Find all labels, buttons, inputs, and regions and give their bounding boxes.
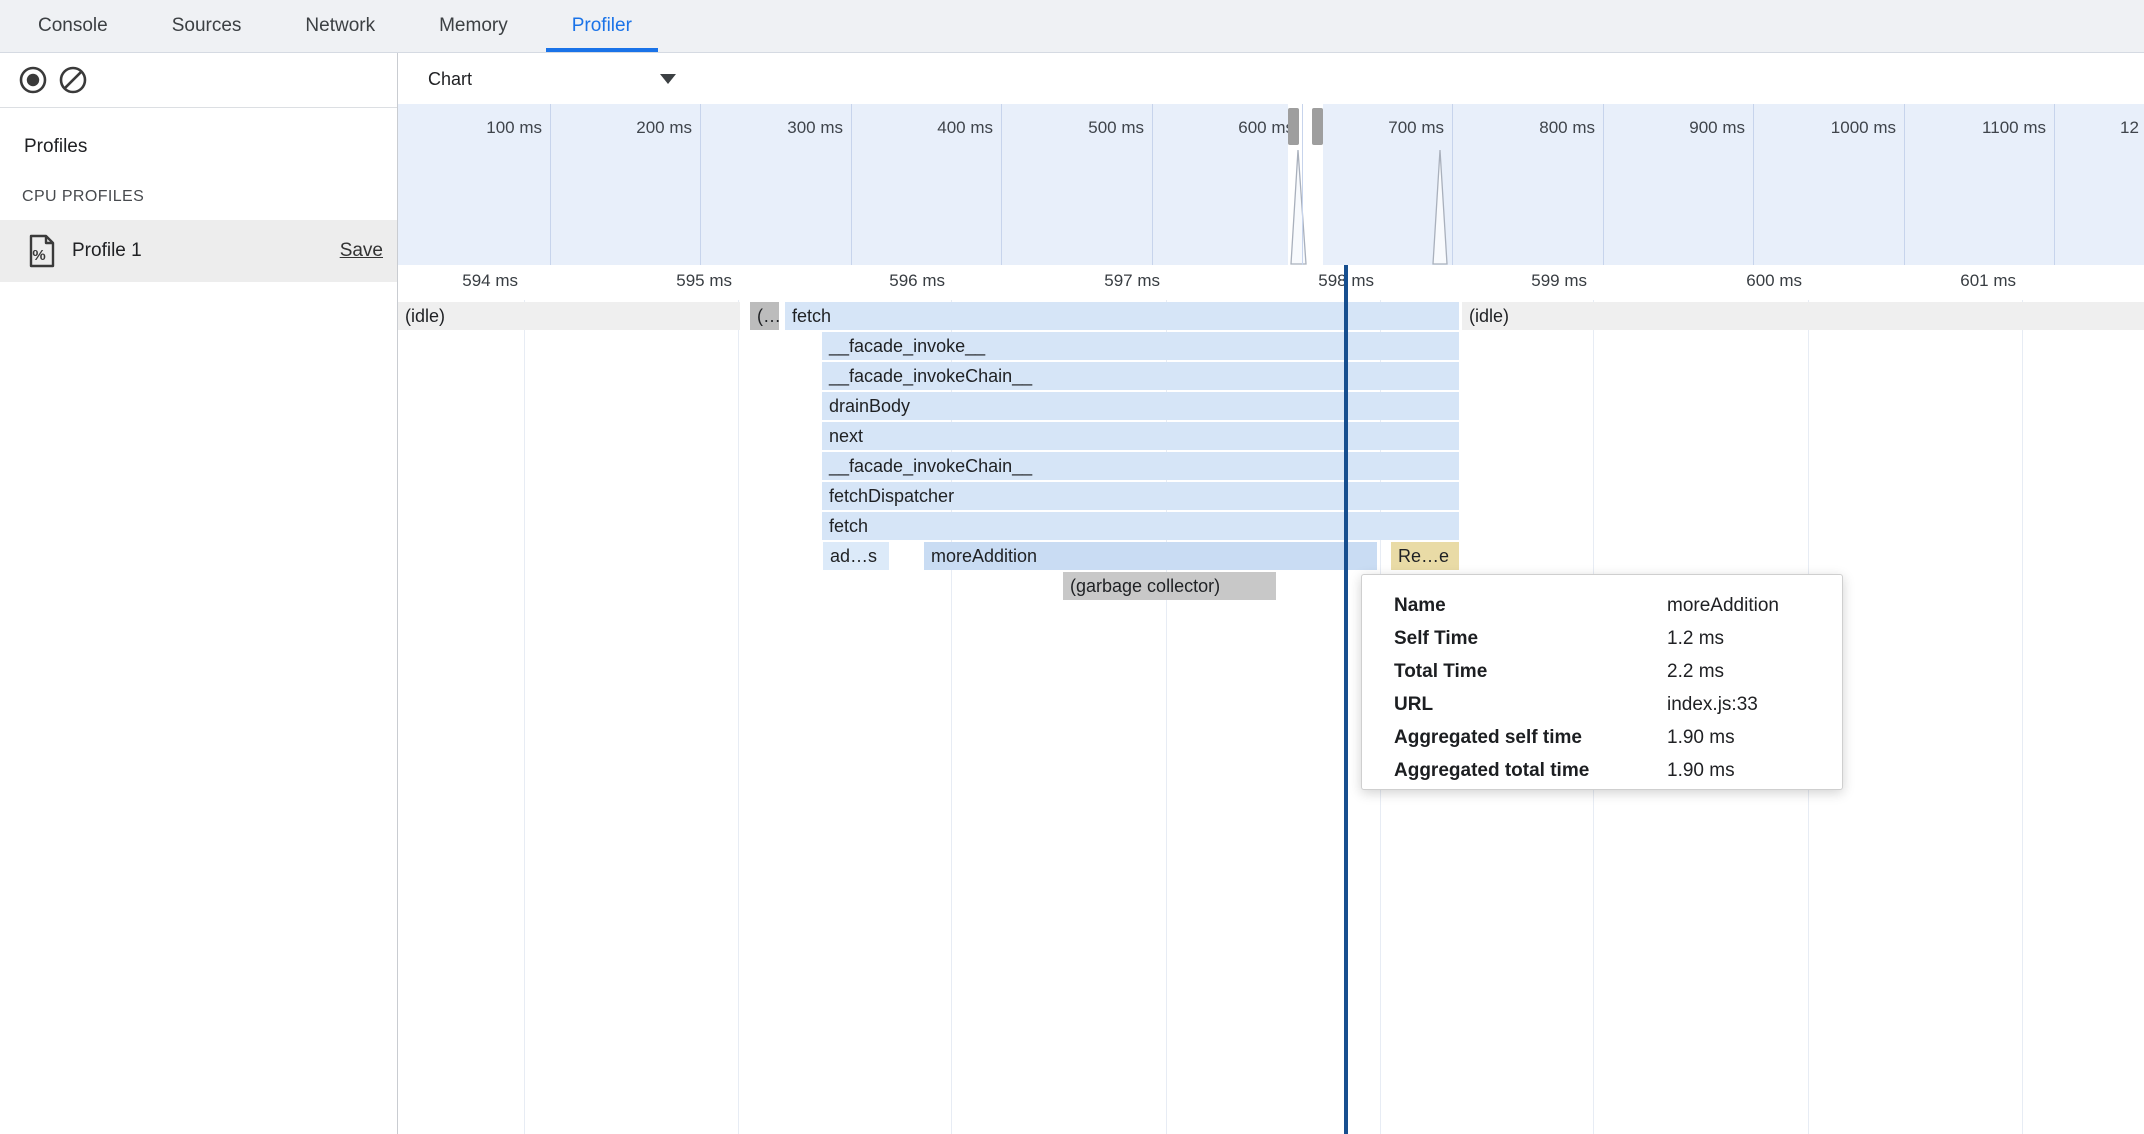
tooltip-row: Self Time 1.2 ms <box>1394 622 1842 655</box>
overview-timeline[interactable]: 100 ms 200 ms 300 ms 400 ms 500 ms 600 ms 700 … <box>398 104 2144 266</box>
record-button[interactable] <box>18 65 48 95</box>
tooltip-row: Total Time 2.2 ms <box>1394 655 1842 688</box>
flame-bar[interactable]: next <box>822 422 1459 450</box>
detail-time-ruler: 594 ms595 ms596 ms597 ms598 ms599 ms600 … <box>398 265 2144 300</box>
flame-bar[interactable]: (garbage collector) <box>1063 572 1276 600</box>
overview-tick-label: 1100 ms <box>1982 118 2046 138</box>
ruler-tick-label: 595 ms <box>676 271 732 291</box>
flame-bar[interactable]: (idle) <box>398 302 740 330</box>
chevron-down-icon <box>660 74 676 84</box>
playhead-line[interactable] <box>1344 265 1348 1134</box>
overview-tick-label: 800 ms <box>1539 118 1595 138</box>
flame-bar[interactable]: drainBody <box>822 392 1459 420</box>
tab-sources[interactable]: Sources <box>146 0 268 52</box>
selection-handle-right[interactable] <box>1312 108 1323 145</box>
devtools-tabbar: ConsoleSourcesNetworkMemoryProfiler <box>0 0 2144 53</box>
flame-chart: (idle)(…fetch(idle)__facade_invoke____fa… <box>398 300 2144 1134</box>
flame-bar[interactable]: __facade_invoke__ <box>822 332 1459 360</box>
overview-tick-label: 900 ms <box>1689 118 1745 138</box>
flame-bar[interactable]: moreAddition <box>924 542 1377 570</box>
view-mode-select[interactable]: Chart <box>428 63 658 95</box>
tab-profiler[interactable]: Profiler <box>546 0 658 52</box>
profile-name: Profile 1 <box>72 240 340 262</box>
tooltip-row: Aggregated self time 1.90 ms <box>1394 721 1842 754</box>
tooltip-label: Self Time <box>1394 628 1478 649</box>
overview-tick-line <box>1001 104 1002 265</box>
overview-tick-line <box>700 104 701 265</box>
flame-bar[interactable]: Re…e <box>1391 542 1459 570</box>
tooltip-value: 2.2 ms <box>1667 655 1724 688</box>
overview-tick-line <box>1152 104 1153 265</box>
overview-tick-line <box>550 104 551 265</box>
flame-bar[interactable]: (idle) <box>1462 302 2144 330</box>
tab-console[interactable]: Console <box>12 0 134 52</box>
view-mode-label: Chart <box>428 69 472 90</box>
profiler-main-panel: Chart 100 ms 200 ms 300 ms 400 ms 500 ms 600 … <box>398 53 2144 1134</box>
tooltip-label: URL <box>1394 694 1433 715</box>
tooltip-row: Name moreAddition <box>1394 589 1842 622</box>
flame-bar[interactable]: fetchDispatcher <box>822 482 1459 510</box>
overview-tick-label: 12 <box>2120 118 2139 138</box>
clear-icon <box>58 65 88 95</box>
overview-tick-line <box>851 104 852 265</box>
tooltip-label: Aggregated self time <box>1394 727 1582 748</box>
tooltip-value: moreAddition <box>1667 589 1779 622</box>
overview-tick-label: 1000 ms <box>1831 118 1896 138</box>
overview-tick-line <box>1452 104 1453 265</box>
tab-memory[interactable]: Memory <box>413 0 534 52</box>
sidebar-toolbar <box>0 53 397 108</box>
tooltip-label: Name <box>1394 595 1446 616</box>
overview-tick-label: 400 ms <box>937 118 993 138</box>
profiles-heading: Profiles <box>24 136 397 158</box>
tooltip-value: 1.90 ms <box>1667 721 1735 754</box>
record-icon <box>18 65 48 95</box>
selection-handle-left[interactable] <box>1288 108 1299 145</box>
overview-tick-line <box>2054 104 2055 265</box>
ruler-tick-label: 600 ms <box>1746 271 1802 291</box>
tooltip-value: 1.2 ms <box>1667 622 1724 655</box>
tooltip-label: Aggregated total time <box>1394 760 1589 781</box>
profile-document-icon: % <box>28 234 56 268</box>
ruler-tick-label: 601 ms <box>1960 271 2016 291</box>
svg-text:%: % <box>32 247 45 264</box>
tooltip-row: Aggregated total time 1.90 ms <box>1394 754 1842 787</box>
overview-tick-label: 200 ms <box>636 118 692 138</box>
overview-tick-line <box>1302 104 1303 265</box>
flame-bar[interactable]: ad…s <box>823 542 889 570</box>
overview-tick-label: 500 ms <box>1088 118 1144 138</box>
tooltip-value: 1.90 ms <box>1667 754 1735 787</box>
overview-tick-label: 700 ms <box>1388 118 1444 138</box>
ruler-tick-label: 597 ms <box>1104 271 1160 291</box>
overview-tick-line <box>1753 104 1754 265</box>
flame-bar[interactable]: fetch <box>822 512 1459 540</box>
overview-tick-line <box>1603 104 1604 265</box>
overview-tick-label: 300 ms <box>787 118 843 138</box>
cpu-profiles-section-heading: CPU PROFILES <box>22 188 397 206</box>
ruler-tick-label: 596 ms <box>889 271 945 291</box>
flame-bar[interactable]: __facade_invokeChain__ <box>822 362 1459 390</box>
tab-network[interactable]: Network <box>279 0 401 52</box>
flame-bar[interactable]: fetch <box>785 302 1459 330</box>
tooltip-value: index.js:33 <box>1667 688 1758 721</box>
ruler-tick-label: 599 ms <box>1531 271 1587 291</box>
tooltip-label: Total Time <box>1394 661 1487 682</box>
profile-list-item[interactable]: % Profile 1 Save <box>0 220 397 282</box>
frame-tooltip: NamemoreAdditionSelf Time1.2 msTotal Tim… <box>1361 574 1843 790</box>
clear-button[interactable] <box>58 65 88 95</box>
overview-tick-label: 100 ms <box>486 118 542 138</box>
ruler-tick-label: 594 ms <box>462 271 518 291</box>
tooltip-row: URL index.js:33 <box>1394 688 1842 721</box>
flame-bar[interactable]: (… <box>750 302 779 330</box>
overview-tick-label: 600 ms <box>1238 118 1294 138</box>
chart-toolbar: Chart <box>398 53 2144 104</box>
profiles-sidebar: Profiles CPU PROFILES % Profile 1 Save <box>0 53 398 1134</box>
flame-bar[interactable]: __facade_invokeChain__ <box>822 452 1459 480</box>
overview-tick-line <box>1904 104 1905 265</box>
save-profile-link[interactable]: Save <box>340 240 383 262</box>
